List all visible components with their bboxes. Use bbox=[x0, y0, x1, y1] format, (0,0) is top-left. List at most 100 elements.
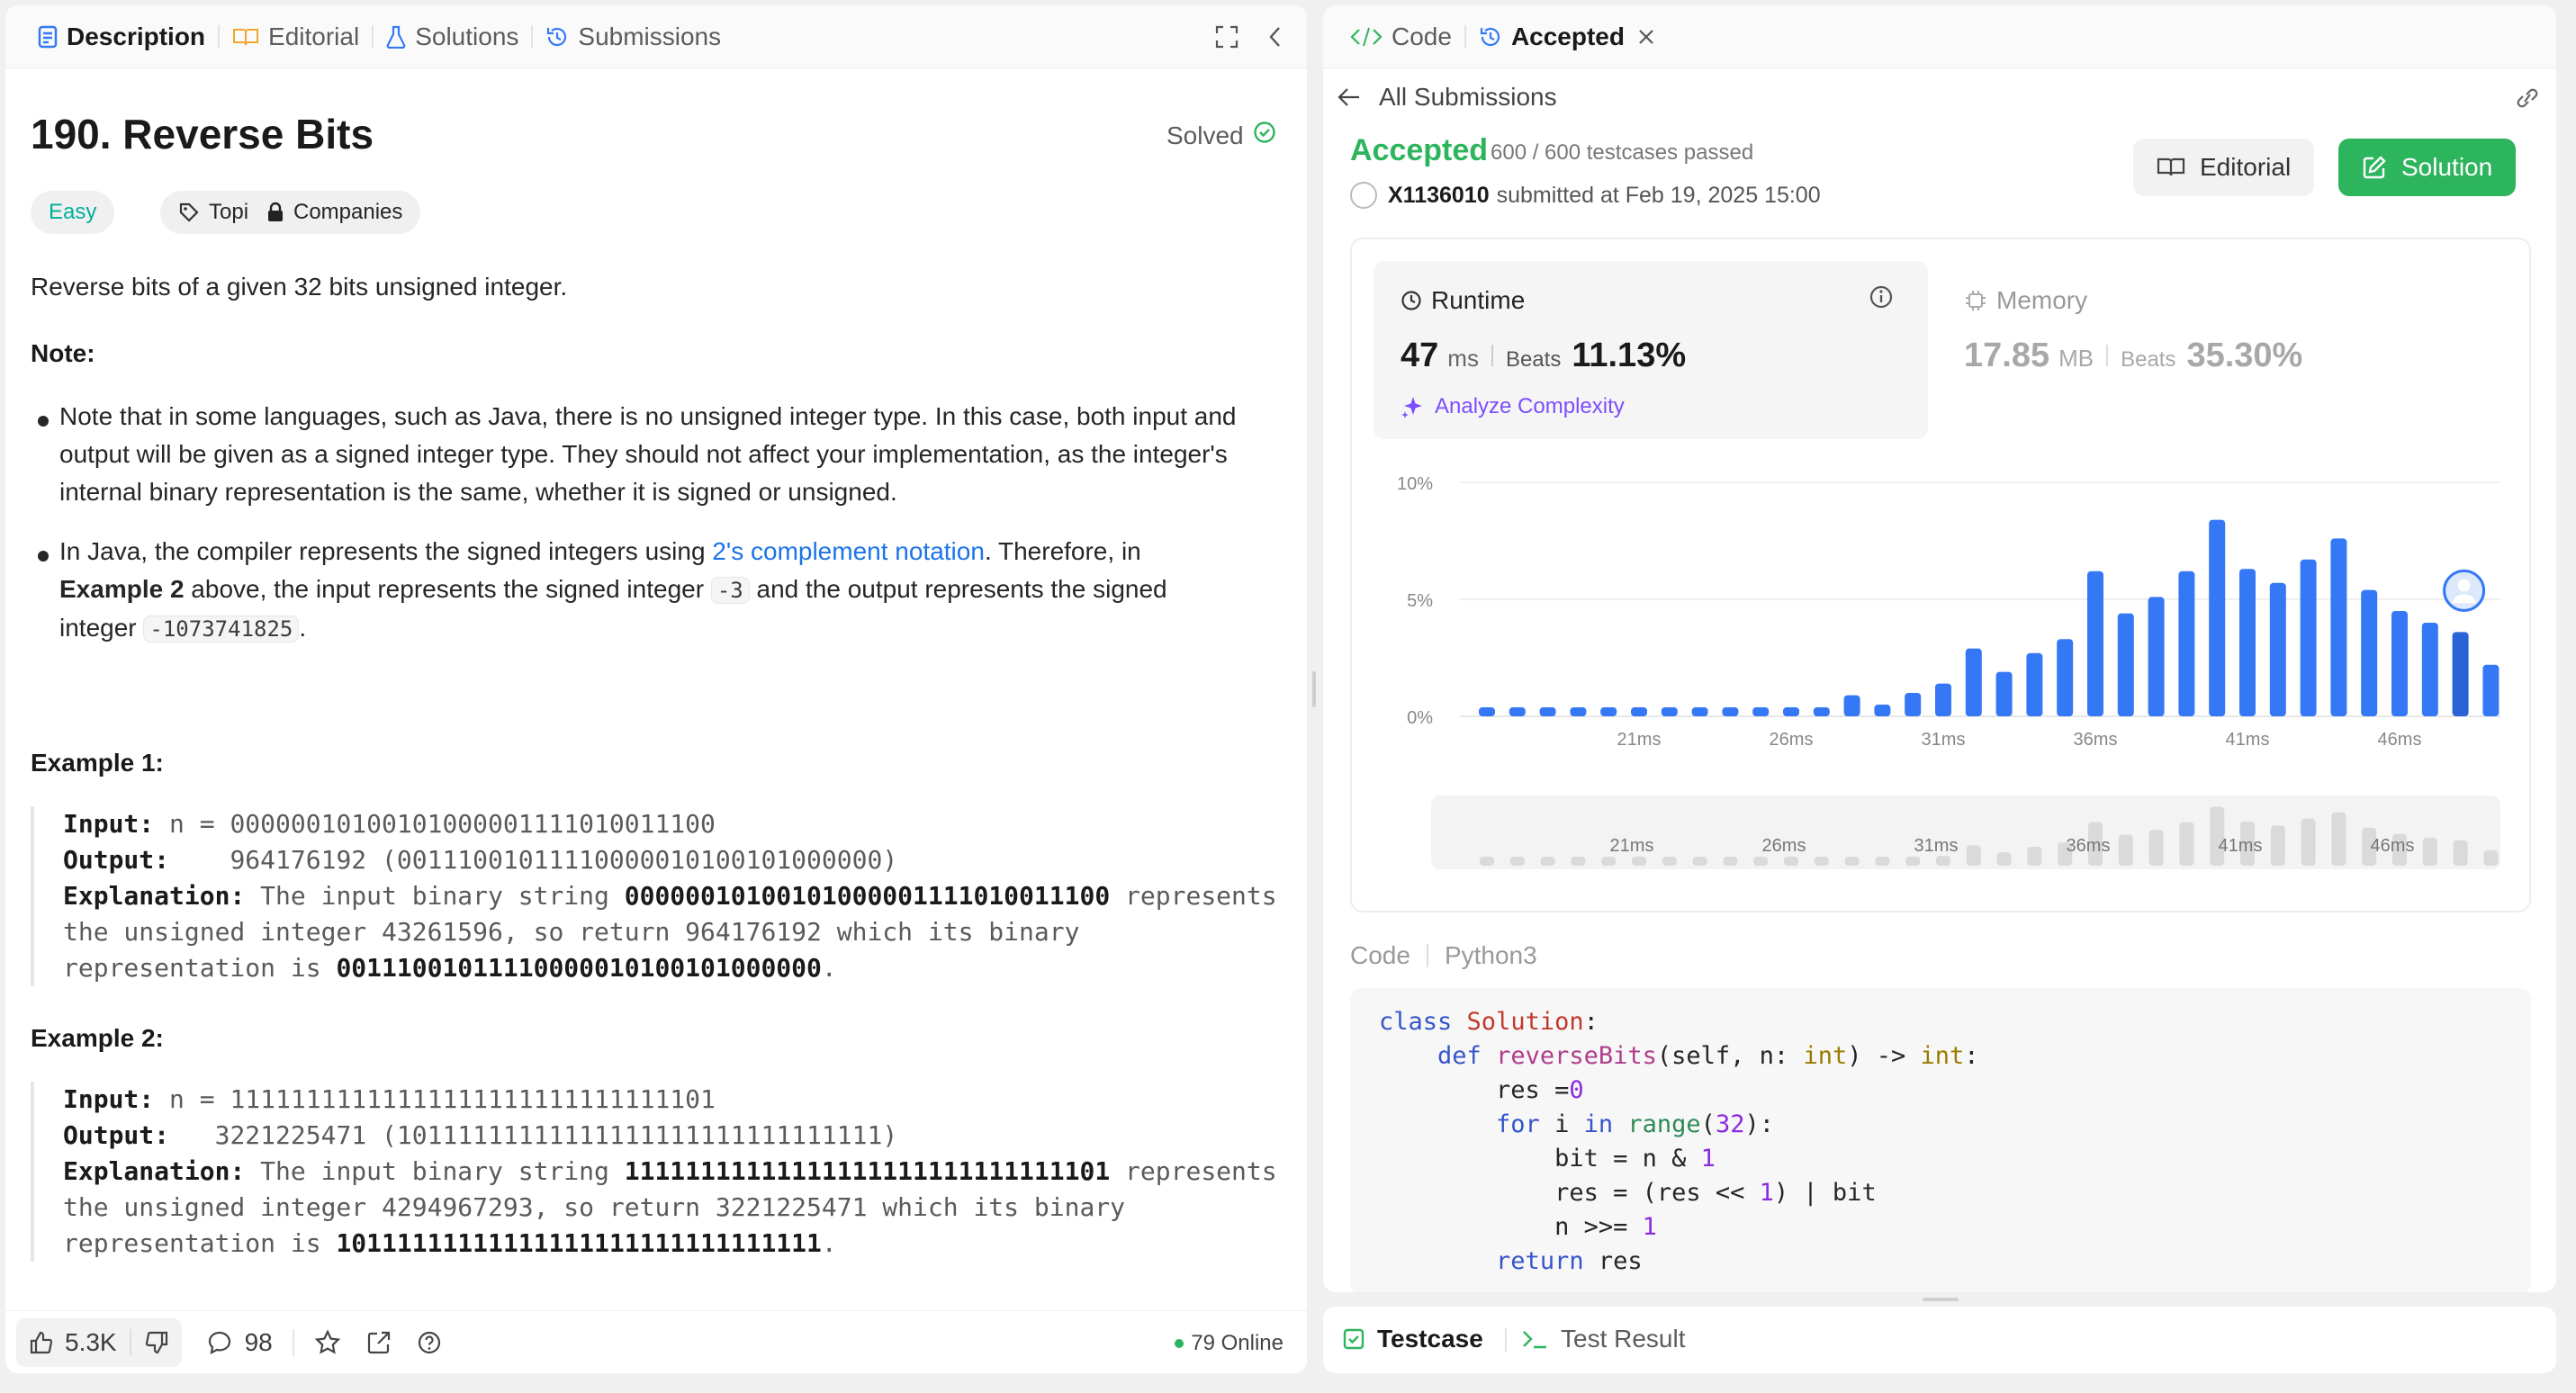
runtime-value: 47 bbox=[1401, 337, 1439, 374]
submitted-info: X1136010 submitted at Feb 19, 2025 15:00 bbox=[1350, 182, 1821, 209]
panel-resize-handle[interactable] bbox=[1312, 671, 1316, 707]
thumbs-down-icon bbox=[144, 1330, 169, 1355]
tab-submissions[interactable]: Submissions bbox=[533, 5, 734, 68]
overview-bar bbox=[1753, 857, 1769, 866]
x-tick-label: 36ms bbox=[2074, 730, 2118, 750]
checkbox-icon bbox=[1343, 1328, 1365, 1350]
all-submissions-link[interactable]: All Submissions bbox=[1338, 83, 1557, 112]
maximize-icon[interactable] bbox=[1215, 25, 1238, 53]
language-label: Python3 bbox=[1444, 941, 1537, 969]
note-heading: Note: bbox=[31, 339, 95, 367]
x-tick-label: 41ms bbox=[2226, 730, 2270, 750]
solution-button[interactable]: Solution bbox=[2338, 139, 2517, 196]
bullet-dot bbox=[38, 416, 49, 427]
overview-bar bbox=[2301, 818, 2316, 866]
comment-icon bbox=[207, 1330, 232, 1355]
dislike-button[interactable] bbox=[131, 1318, 182, 1367]
tab-code[interactable]: Code bbox=[1338, 5, 1464, 68]
favorite-button[interactable] bbox=[302, 1318, 354, 1367]
tab-testcase[interactable]: Testcase bbox=[1343, 1325, 1483, 1353]
overview-bar bbox=[1875, 857, 1890, 866]
comments-button[interactable]: 98 bbox=[194, 1318, 285, 1367]
close-icon[interactable] bbox=[1637, 28, 1655, 46]
tab-accepted[interactable]: Accepted bbox=[1466, 5, 1668, 68]
analyze-complexity-link[interactable]: Analyze Complexity bbox=[1401, 394, 1625, 419]
link-icon[interactable] bbox=[2513, 86, 2542, 114]
histogram-bar bbox=[1965, 648, 1982, 716]
histogram-bar bbox=[2026, 652, 2043, 716]
histogram-bar bbox=[1935, 683, 1951, 716]
overview-bar bbox=[1936, 856, 1950, 866]
tab-test-result[interactable]: Test Result bbox=[1521, 1325, 1686, 1353]
info-icon[interactable] bbox=[1869, 284, 1894, 314]
overview-bar bbox=[2179, 822, 2194, 866]
overview-bar bbox=[2453, 840, 2468, 866]
y-tick-label: 10% bbox=[1397, 474, 1433, 494]
histogram-bar bbox=[2300, 559, 2317, 716]
histogram-bar bbox=[1600, 707, 1617, 716]
histogram-bar bbox=[2482, 664, 2499, 716]
tab-description[interactable]: Description bbox=[25, 5, 218, 68]
difficulty-badge[interactable]: Easy bbox=[31, 191, 115, 234]
code-line: res = (res << 1) | bit bbox=[1379, 1179, 1877, 1207]
description-footer: 5.3K 98 79 Online bbox=[5, 1310, 1307, 1373]
overview-bar bbox=[1632, 857, 1646, 866]
online-dot-icon bbox=[1175, 1339, 1184, 1348]
histogram-bar bbox=[1570, 707, 1587, 716]
example-2-heading: Example 2: bbox=[31, 1024, 164, 1052]
histogram-bar bbox=[1783, 707, 1799, 716]
memory-card[interactable]: Memory 17.85 MB Beats 35.30% bbox=[1937, 261, 2491, 439]
edit-icon bbox=[2362, 155, 2387, 180]
tab-solutions[interactable]: Solutions bbox=[374, 5, 531, 68]
overview-bar bbox=[2331, 812, 2346, 866]
overview-tick-label: 31ms bbox=[1914, 836, 1959, 856]
overview-bar bbox=[1966, 845, 1981, 866]
x-tick-label: 31ms bbox=[1922, 730, 1966, 750]
code-section-header: Code Python3 bbox=[1350, 941, 1537, 969]
bullet-dot bbox=[38, 551, 49, 562]
code-line: for i in range(32): bbox=[1496, 1110, 1774, 1138]
problem-intro: Reverse bits of a given 32 bits unsigned… bbox=[31, 273, 568, 301]
book-icon bbox=[232, 27, 259, 47]
histogram-bar bbox=[1479, 707, 1495, 716]
histogram-bar bbox=[2421, 623, 2438, 716]
overview-bar bbox=[2118, 834, 2133, 866]
overview-bar bbox=[2422, 837, 2437, 866]
console-resize-handle[interactable] bbox=[1923, 1298, 1959, 1301]
runtime-beats: 11.13% bbox=[1572, 337, 1687, 374]
like-button[interactable]: 5.3K bbox=[16, 1318, 130, 1367]
question-circle-icon bbox=[417, 1330, 442, 1355]
runtime-distribution-chart[interactable]: 10% 5% 0% 21ms 26ms 31ms 36ms 41ms 46ms 21ms 26ms 3… bbox=[1352, 446, 2529, 914]
share-icon bbox=[366, 1330, 392, 1355]
histogram-bar bbox=[1539, 707, 1556, 716]
histogram-bar bbox=[1722, 707, 1739, 716]
histogram-bar bbox=[2057, 639, 2074, 716]
history-icon bbox=[1479, 25, 1502, 49]
histogram-bar bbox=[1874, 705, 1891, 716]
complement-notation-link[interactable]: 2's complement notation bbox=[712, 537, 985, 565]
histogram-bar bbox=[2087, 571, 2103, 716]
overview-bar bbox=[1601, 857, 1617, 866]
code-viewer[interactable]: class Solution: def reverseBits(self, n:… bbox=[1350, 988, 2531, 1292]
histogram-bar bbox=[2361, 589, 2378, 716]
arrow-left-icon bbox=[1338, 87, 1361, 107]
histogram-bar bbox=[2209, 519, 2226, 716]
editorial-button[interactable]: Editorial bbox=[2133, 139, 2315, 196]
star-icon bbox=[314, 1328, 341, 1356]
histogram-bar bbox=[2178, 571, 2195, 716]
collapse-panel-icon[interactable] bbox=[1267, 25, 1283, 53]
runtime-card[interactable]: Runtime 47 ms Beats 11.13% Analyze Complexi… bbox=[1374, 261, 1928, 439]
overview-bar bbox=[1571, 857, 1586, 866]
submission-panel: Code Accepted All Submissions Accepted 6… bbox=[1323, 5, 2556, 1292]
help-button[interactable] bbox=[404, 1318, 455, 1367]
solved-status: Solved bbox=[1166, 121, 1276, 150]
code-icon bbox=[1350, 26, 1383, 48]
overview-tick-label: 36ms bbox=[2067, 836, 2111, 856]
histogram-bar bbox=[2391, 611, 2408, 716]
book-icon bbox=[2157, 157, 2185, 178]
histogram-bar bbox=[1631, 707, 1647, 716]
overview-bar bbox=[1844, 857, 1860, 866]
companies-button[interactable]: Companies bbox=[248, 191, 421, 234]
share-button[interactable] bbox=[354, 1318, 404, 1367]
tab-editorial[interactable]: Editorial bbox=[220, 5, 372, 68]
